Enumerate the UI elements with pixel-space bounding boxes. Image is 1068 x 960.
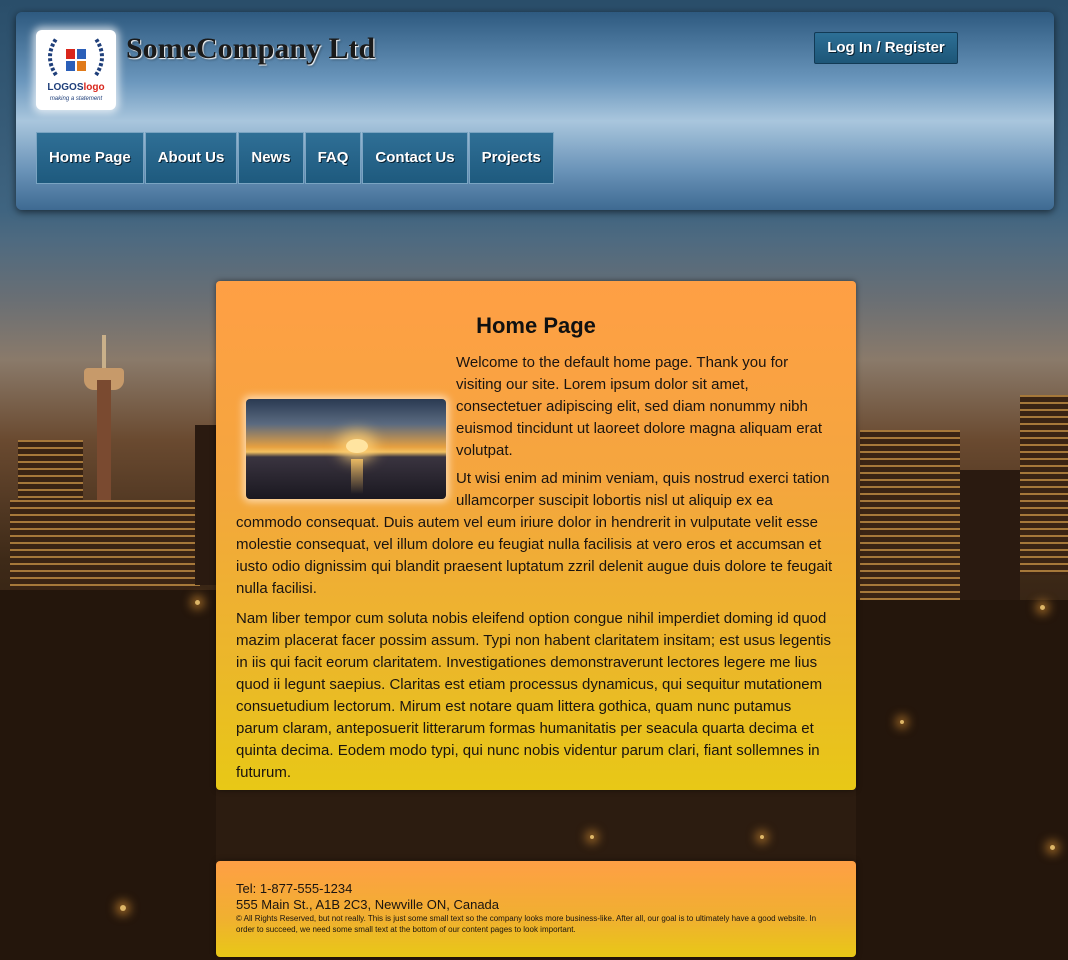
main-navigation: Home Page About Us News FAQ Contact Us P… — [36, 132, 555, 184]
content-paragraph-3: Nam liber tempor cum soluta nobis eleife… — [236, 610, 831, 781]
nav-contact-us[interactable]: Contact Us — [362, 132, 468, 184]
site-header: LOGOSlogo making a statement SomeCompany… — [16, 12, 1054, 210]
content-paragraph-1: Welcome to the default home page. Thank … — [236, 352, 836, 499]
footer-address: 555 Main St., A1B 2C3, Newville ON, Cana… — [236, 897, 500, 912]
street-light — [195, 600, 200, 605]
company-logo[interactable]: LOGOSlogo making a statement — [36, 30, 116, 110]
page-title: Home Page — [476, 313, 596, 338]
sun-glow — [346, 439, 368, 453]
login-register-button[interactable]: Log In / Register — [814, 32, 958, 64]
tower-shaft — [97, 380, 111, 500]
sunset-image — [246, 399, 446, 499]
nav-faq[interactable]: FAQ — [304, 132, 362, 184]
street-light — [760, 835, 764, 839]
sun-reflection — [351, 459, 363, 494]
footer-telephone: Tel: 1-877-555-1234 — [236, 881, 353, 896]
building — [10, 500, 200, 595]
main-content-panel: Home Page Welcome to the default home pa… — [216, 281, 856, 790]
street-light — [1040, 605, 1045, 610]
trees — [856, 600, 1068, 960]
nav-about-us[interactable]: About Us — [144, 132, 238, 184]
nav-projects[interactable]: Projects — [468, 132, 554, 184]
logo-tagline: making a statement — [49, 96, 103, 102]
street-light — [120, 905, 126, 911]
building — [960, 470, 1020, 610]
building — [1020, 395, 1068, 575]
tower-spire — [102, 335, 106, 370]
company-name: SomeCompany Ltd — [126, 32, 376, 65]
site-footer: Tel: 1-877-555-1234 555 Main St., A1B 2C… — [216, 861, 856, 957]
street-light — [1050, 845, 1055, 850]
paragraph-1-text: Welcome to the default home page. Thank … — [456, 354, 823, 459]
nav-news[interactable]: News — [238, 132, 304, 184]
trees — [0, 590, 216, 960]
street-light — [590, 835, 594, 839]
logo-wordmark: LOGOSlogo — [47, 82, 105, 93]
nav-home-page[interactable]: Home Page — [36, 132, 144, 184]
town — [216, 790, 856, 860]
building — [195, 425, 217, 585]
street-light — [900, 720, 904, 724]
footer-copyright: © All Rights Reserved, but not really. T… — [236, 914, 817, 934]
logo-wreath-icon — [48, 37, 104, 77]
